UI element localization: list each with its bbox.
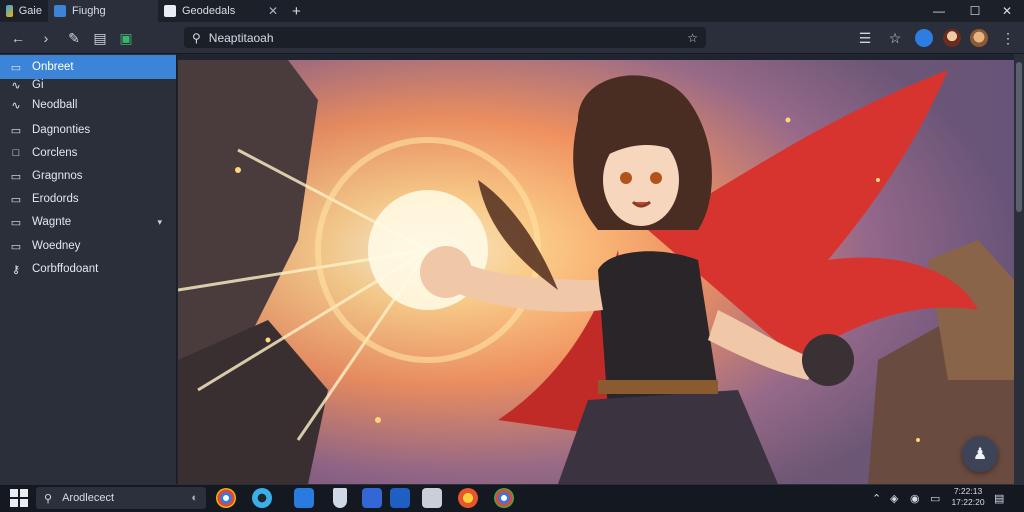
sidebar-item-gi[interactable]: ∿ Gi — [0, 78, 176, 92]
sidebar-item-label: Gragnnos — [32, 170, 83, 182]
system-clock[interactable]: 7:22:13 17:22:20 — [948, 486, 988, 510]
notepad-icon[interactable] — [422, 488, 442, 508]
address-text: Neaptitaoah — [208, 30, 274, 45]
favorites-icon[interactable]: ☆ — [883, 26, 907, 50]
sidebar-item-label: Dagnonties — [32, 124, 91, 136]
sidebar-item-erodords[interactable]: ▭ Erodords — [0, 187, 176, 211]
maximize-icon[interactable]: ☐ — [958, 0, 992, 22]
clock-date: 17:22:20 — [951, 497, 985, 507]
hero-illustration — [178, 60, 1014, 484]
store-icon[interactable] — [294, 488, 314, 508]
close-icon[interactable]: ✕ — [268, 4, 278, 18]
sidebar-item-woedney[interactable]: ▭ Woedney — [0, 234, 176, 258]
tab-label: Gaie — [18, 5, 42, 17]
sidebar-item-label: Woedney — [32, 240, 81, 252]
chrome-icon[interactable] — [216, 488, 236, 508]
close-window-icon[interactable]: ✕ — [990, 0, 1024, 22]
cortana-icon[interactable]: ◐ — [191, 492, 198, 504]
tab-label: Geodedals — [182, 5, 236, 17]
sidebar-item-wagnte[interactable]: ▭ Wagnte ▾ — [0, 210, 176, 234]
menu-icon[interactable]: ⋮ — [996, 26, 1020, 50]
sidebar-item-dagnonties[interactable]: ▭ Dagnonties — [0, 118, 176, 142]
reading-list-icon[interactable]: ☰ — [853, 26, 877, 50]
tab-2[interactable]: Geodedals ✕ — [158, 0, 284, 22]
firefox-icon[interactable] — [458, 488, 478, 508]
network-icon[interactable]: ◈ — [890, 486, 898, 510]
avatar[interactable] — [967, 26, 991, 50]
sync-icon[interactable] — [912, 26, 936, 50]
chat-icon: ▭ — [10, 240, 22, 253]
chat-icon: ▭ — [10, 216, 22, 229]
notifications-icon[interactable]: ▤ — [994, 486, 1004, 510]
back-icon[interactable]: ← — [6, 26, 30, 50]
square-icon: □ — [12, 147, 20, 159]
scrollbar-thumb[interactable] — [1016, 62, 1022, 212]
sidebar-item-label: Neodball — [32, 99, 78, 111]
chrome-icon[interactable] — [494, 488, 514, 508]
outlook-icon[interactable] — [390, 488, 410, 508]
extensions-icon[interactable]: ▤ — [88, 26, 112, 50]
chat-icon: ▭ — [10, 124, 22, 137]
link-icon: ∿ — [11, 99, 21, 112]
edit-icon[interactable]: ✎ — [62, 26, 86, 50]
address-bar[interactable]: ⚲ Neaptitaoah ☆ — [184, 27, 706, 48]
forward-icon[interactable]: › — [34, 26, 58, 50]
volume-icon[interactable]: ◉ — [910, 486, 920, 510]
bookmark-star-icon[interactable]: ☆ — [687, 31, 698, 45]
sidebar-item-label: Onbreet — [32, 61, 74, 73]
sidebar-item-onbreet[interactable]: ▭ Onbreet — [0, 55, 176, 79]
chat-icon: ▭ — [10, 61, 22, 74]
avatar[interactable] — [940, 26, 964, 50]
chevron-down-icon[interactable]: ▾ — [157, 217, 162, 228]
tab-favicon-icon — [54, 5, 66, 17]
puzzle-icon[interactable] — [362, 488, 382, 508]
tab-favicon-icon — [164, 5, 176, 17]
sidebar-item-label: Corbffodoant — [32, 263, 99, 275]
clock-time: 7:22:13 — [953, 486, 983, 496]
sidebar-item-label: Corclens — [32, 147, 78, 159]
shield-icon[interactable] — [333, 488, 347, 508]
sidebar-item-gragnnos[interactable]: ▭ Gragnnos — [0, 164, 176, 188]
tab-label: Fiughg — [72, 5, 106, 17]
sidebar-item-label: Gi — [32, 79, 44, 91]
shield-icon[interactable]: ▣ — [114, 26, 138, 50]
sidebar-item-corbffodoant[interactable]: ⚷ Corbffodoant — [0, 257, 176, 281]
user-assist-icon[interactable]: ♟ — [962, 436, 998, 472]
link-icon: ∿ — [11, 79, 21, 92]
search-icon: ⚲ — [192, 30, 201, 45]
taskbar-search[interactable]: ⚲ Arodlecect ◐ — [36, 487, 206, 509]
battery-icon[interactable]: ▭ — [930, 486, 940, 510]
chat-icon: ▭ — [10, 170, 22, 183]
search-icon: ⚲ — [44, 492, 53, 505]
sidebar-item-corclens[interactable]: □ Corclens — [0, 141, 176, 165]
tab-1[interactable]: Fiughg — [48, 0, 158, 22]
key-icon: ⚷ — [11, 263, 21, 276]
tray-chevron-icon[interactable]: ⌃ — [872, 486, 881, 510]
minimize-icon[interactable]: — — [922, 0, 956, 22]
sidebar-item-label: Wagnte — [32, 216, 72, 228]
browser-logo-icon — [6, 5, 13, 17]
sidebar-item-neodball[interactable]: ∿ Neodball — [0, 93, 176, 117]
tab-0[interactable]: Gaie — [0, 0, 48, 22]
edge-icon[interactable] — [252, 488, 272, 508]
search-placeholder: Arodlecect — [62, 492, 115, 504]
new-tab-button[interactable]: + — [286, 0, 308, 22]
chat-icon: ▭ — [10, 193, 22, 206]
anime-heroine-image — [178, 60, 1014, 484]
start-button[interactable] — [10, 489, 28, 507]
sidebar-item-label: Erodords — [32, 193, 79, 205]
